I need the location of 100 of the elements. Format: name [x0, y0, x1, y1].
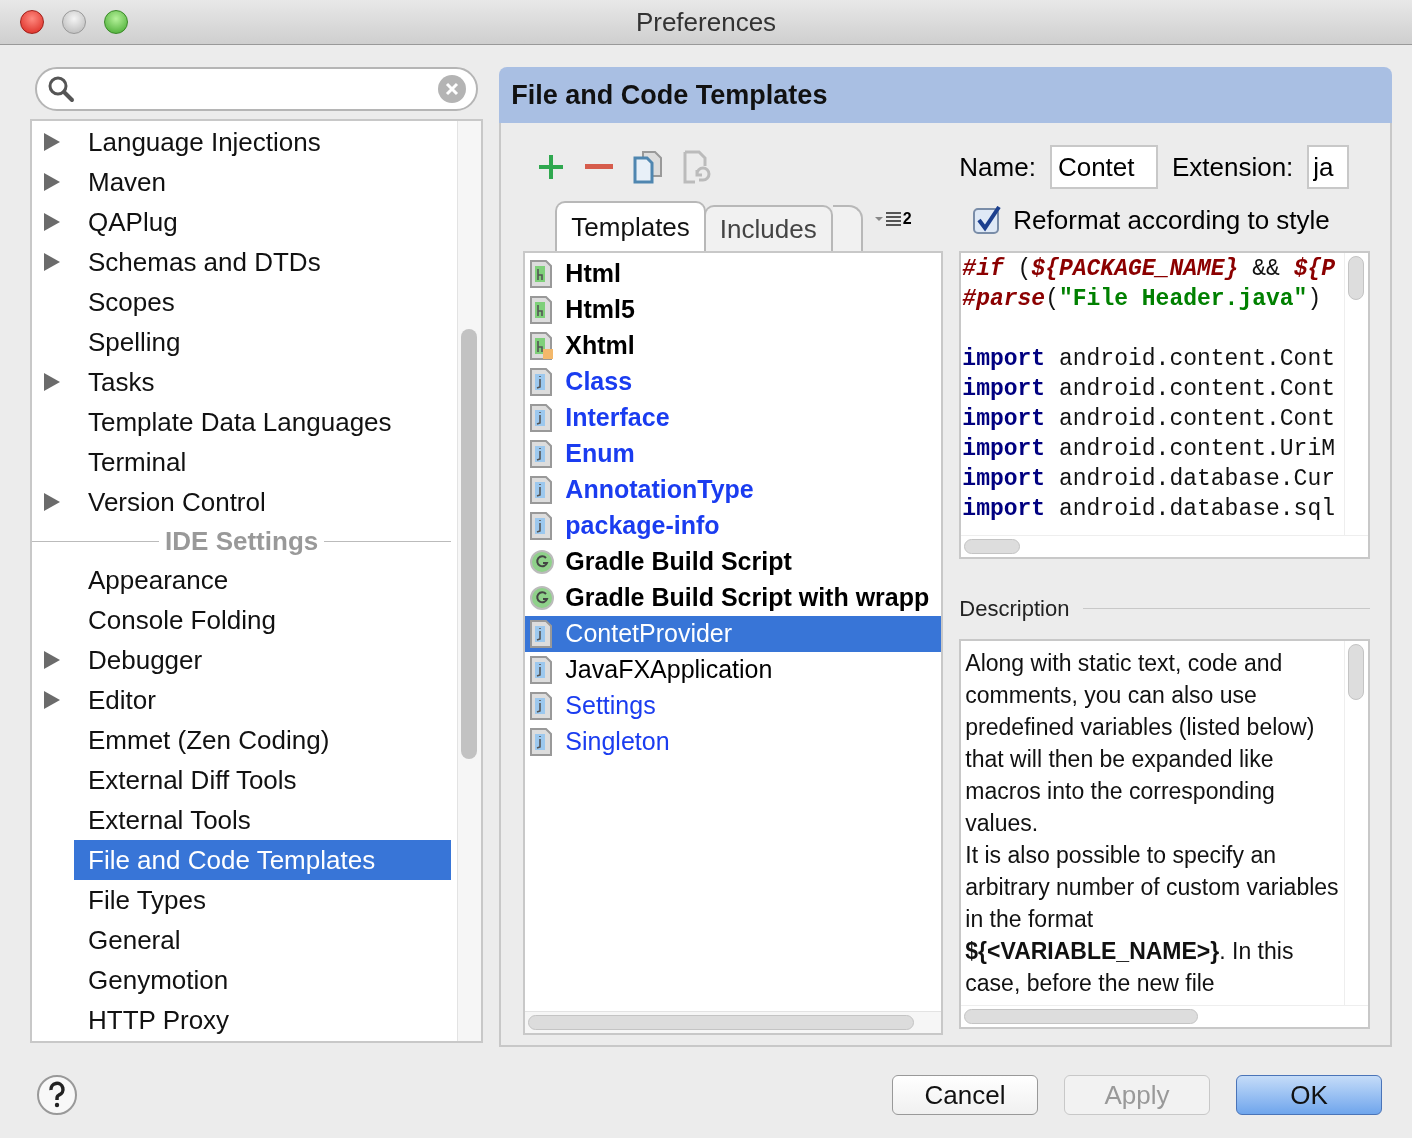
checkbox[interactable]	[973, 206, 1002, 234]
code-line: #if (${PACKAGE_NAME} && ${P	[962, 255, 1337, 284]
zoom-button[interactable]	[104, 10, 128, 34]
search-field[interactable]	[35, 67, 479, 111]
gradle-icon	[529, 583, 556, 613]
tree-item[interactable]: Editor	[74, 680, 452, 720]
template-name: Xhtml	[565, 330, 635, 362]
gradle-icon	[529, 547, 556, 577]
close-button[interactable]	[20, 10, 44, 34]
tree-item[interactable]: File Types	[74, 880, 452, 920]
template-name: package-info	[565, 510, 720, 542]
code-line: import android.database.Cur	[962, 465, 1336, 494]
tree-item[interactable]: Genymotion	[74, 960, 452, 1000]
tree-item[interactable]: HTTP Proxy	[74, 1000, 452, 1040]
expand-icon[interactable]	[44, 691, 60, 709]
template-name: Gradle Build Script	[565, 546, 792, 578]
tree-item[interactable]: Tasks	[74, 362, 452, 402]
name-label: Name:	[959, 150, 1036, 184]
template-item[interactable]: Xhtml	[525, 328, 942, 364]
tree-item[interactable]: Appearance	[74, 560, 452, 600]
template-name: Enum	[565, 438, 635, 470]
expand-icon[interactable]	[44, 213, 60, 231]
tab[interactable]: Templates	[555, 201, 706, 251]
add-icon[interactable]	[537, 153, 566, 181]
tree-item[interactable]: Scopes	[74, 282, 452, 322]
tree-item[interactable]: Version Control	[74, 482, 452, 522]
tree-item[interactable]: Terminal	[74, 442, 452, 482]
template-item[interactable]: Settings	[525, 688, 942, 724]
code-line: import android.content.Cont	[962, 345, 1336, 374]
tree-item[interactable]: QAPlug	[74, 202, 452, 242]
remove-icon[interactable]	[585, 164, 614, 170]
tree-item[interactable]: Console Folding	[74, 600, 452, 640]
template-item[interactable]: Class	[525, 364, 942, 400]
template-name: Gradle Build Script with wrapp	[565, 582, 930, 614]
template-item[interactable]: Html5	[525, 292, 942, 328]
help-button[interactable]	[36, 1074, 78, 1116]
tree-item[interactable]: External Tools	[74, 800, 452, 840]
tree-item[interactable]: Debugger	[74, 640, 452, 680]
description-label: Description	[959, 594, 1070, 623]
template-item[interactable]: Singleton	[525, 724, 942, 760]
template-item[interactable]: Interface	[525, 400, 942, 436]
tab[interactable]: Includes	[703, 205, 833, 251]
template-item[interactable]: JavaFXApplication	[525, 652, 942, 688]
template-item[interactable]: Gradle Build Script	[525, 544, 942, 580]
scrollbar-thumb[interactable]	[461, 329, 478, 759]
expand-icon[interactable]	[44, 493, 60, 511]
template-item[interactable]: Html	[525, 256, 942, 292]
template-item[interactable]: AnnotationType	[525, 472, 942, 508]
template-name: AnnotationType	[565, 474, 754, 506]
code-line: import android.content.Cont	[962, 375, 1336, 404]
expand-icon[interactable]	[44, 651, 60, 669]
tree-item[interactable]: Schemas and DTDs	[74, 242, 452, 282]
expand-icon[interactable]	[44, 373, 60, 391]
tab[interactable]	[832, 205, 863, 251]
expand-icon[interactable]	[44, 133, 60, 151]
tree-item[interactable]: Spelling	[74, 322, 452, 362]
scrollbar-thumb[interactable]	[1348, 256, 1364, 300]
description-text: Along with static text, code and comments, you can also use predefined variables (listed below) that will then be expanded like macros into the corresponding values.	[965, 649, 1316, 838]
template-name: Interface	[565, 402, 670, 434]
scrollbar-thumb[interactable]	[1348, 644, 1364, 700]
tree-item[interactable]: File and Code Templates	[74, 840, 452, 880]
minimize-button[interactable]	[62, 10, 86, 34]
section-header: IDE Settings	[164, 524, 320, 558]
code-line: import android.database.sql	[962, 495, 1336, 524]
template-name: Html5	[565, 294, 635, 326]
name-field[interactable]: Contet	[1049, 145, 1158, 189]
html-file-icon	[529, 331, 556, 361]
template-name: Html	[565, 258, 621, 290]
search-icon	[47, 75, 75, 103]
template-name: Class	[565, 366, 633, 398]
tree-item[interactable]: Maven	[74, 162, 452, 202]
dialog-button[interactable]: Cancel	[892, 1075, 1038, 1115]
template-name: ContetProvider	[565, 618, 733, 650]
scrollbar-thumb[interactable]	[964, 539, 1021, 554]
tree-item[interactable]: General	[74, 920, 452, 960]
code-line: import android.content.UriM	[962, 435, 1336, 464]
dialog-button[interactable]: OK	[1236, 1075, 1382, 1115]
template-name: Singleton	[565, 726, 670, 758]
clear-icon[interactable]	[438, 75, 467, 103]
tree-item[interactable]: External Diff Tools	[74, 760, 452, 800]
extension-field[interactable]: ja	[1307, 145, 1350, 189]
expand-icon[interactable]	[44, 173, 60, 191]
hidden-tab-count: 2	[902, 209, 912, 229]
tree-item[interactable]: Emmet (Zen Coding)	[74, 720, 452, 760]
template-item[interactable]: package-info	[525, 508, 942, 544]
tree-item[interactable]: Template Data Languages	[74, 402, 452, 442]
copy-icon[interactable]	[633, 150, 664, 184]
tree-item[interactable]: Language Injections	[74, 122, 452, 162]
template-item[interactable]: Gradle Build Script with wrapp	[525, 580, 942, 616]
scrollbar-thumb[interactable]	[964, 1009, 1199, 1024]
window-title: Preferences	[635, 5, 777, 39]
scrollbar-thumb[interactable]	[528, 1015, 915, 1030]
template-item[interactable]: ContetProvider	[525, 616, 942, 652]
checkbox-label: Reformat according to style	[1013, 203, 1330, 237]
expand-icon[interactable]	[44, 253, 60, 271]
tab-list-icon[interactable]	[874, 212, 901, 226]
extension-label: Extension:	[1171, 150, 1294, 184]
template-item[interactable]: Enum	[525, 436, 942, 472]
code-line: #parse("File Header.java")	[962, 285, 1323, 314]
template-name: Settings	[565, 690, 656, 722]
